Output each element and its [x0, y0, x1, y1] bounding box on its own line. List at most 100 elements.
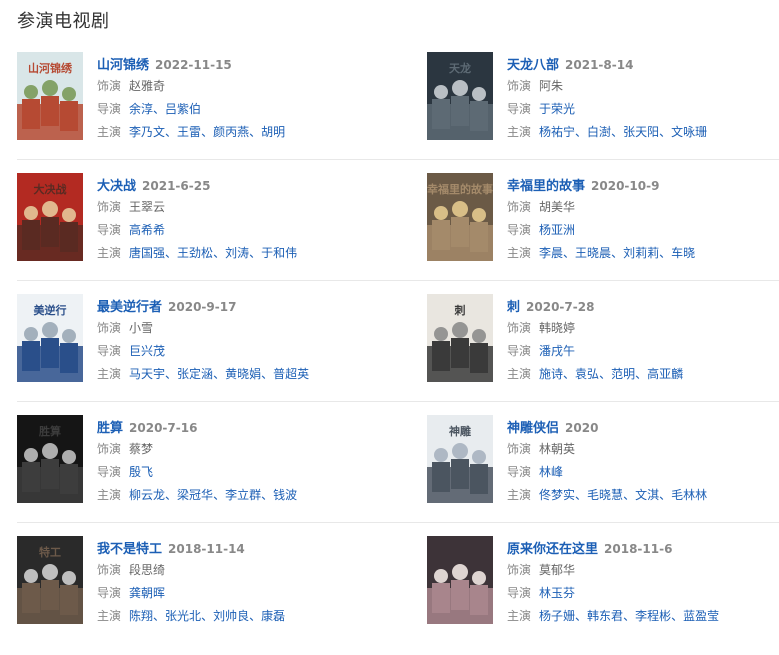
poster-image[interactable] [427, 536, 493, 624]
cast-member-link[interactable]: 张天阳 [623, 125, 659, 139]
cast-member-link[interactable]: 颜丙燕 [213, 125, 249, 139]
series-title-link[interactable]: 天龙八部 [507, 58, 559, 73]
series-info: 大决战 2021-6-25 饰演 王翠云 导演 高希希 主演 唐国强、王劲松、刘涛、于和伟 [97, 174, 387, 265]
cast-member-link[interactable]: 王劲松 [177, 246, 213, 260]
cast-member-link[interactable]: 于和伟 [261, 246, 297, 260]
release-date: 2021-6-25 [142, 179, 211, 193]
release-date: 2021-8-14 [565, 58, 634, 72]
poster-image[interactable]: 特工 [17, 536, 83, 624]
separator: 、 [249, 609, 262, 623]
cast-member-link[interactable]: 韩东君 [587, 609, 623, 623]
cast-member-link[interactable]: 李立群 [225, 488, 261, 502]
cast-member-link[interactable]: 佟梦实 [539, 488, 575, 502]
director-link[interactable]: 吕紫伯 [165, 102, 201, 116]
cast-member-link[interactable]: 普超英 [273, 367, 309, 381]
cast-member-link[interactable]: 高亚麟 [647, 367, 683, 381]
cast-member-link[interactable]: 梁冠华 [177, 488, 213, 502]
director-link[interactable]: 林峰 [539, 465, 563, 479]
director-link[interactable]: 潘戌午 [539, 344, 575, 358]
cast-member-link[interactable]: 王晓晨 [575, 246, 611, 260]
cast-member-link[interactable]: 刘莉莉 [623, 246, 659, 260]
cast-line: 主演 柳云龙、梁冠华、李立群、钱波 [97, 484, 387, 507]
cast-member-link[interactable]: 刘帅良 [213, 609, 249, 623]
cast-member-link[interactable]: 刘涛 [225, 246, 249, 260]
series-title-link[interactable]: 山河锦绣 [97, 58, 149, 73]
series-info: 最美逆行者 2020-9-17 饰演 小雪 导演 巨兴茂 主演 马天宇、张定涵、黄晓娟、普超英 [97, 295, 387, 386]
role-name: 蔡梦 [129, 442, 154, 456]
cast-member-link[interactable]: 张定涵 [177, 367, 213, 381]
cast-member-link[interactable]: 王雷 [177, 125, 201, 139]
cast-member-link[interactable]: 李晨 [539, 246, 563, 260]
cast-member-link[interactable]: 李程彬 [635, 609, 671, 623]
series-title-link[interactable]: 我不是特工 [97, 542, 162, 557]
separator: 、 [575, 609, 588, 623]
cast-label: 主演 [97, 246, 122, 260]
series-row: 特工 我不是特工 2018-11-14 饰演 段思绮 导演 龚朝晖 主演 陈翔、张光北、刘帅良、… [17, 534, 779, 655]
poster-image[interactable]: 胜算 [17, 415, 83, 503]
cast-member-link[interactable]: 李乃文 [129, 125, 165, 139]
cast-member-link[interactable]: 胡明 [261, 125, 285, 139]
cast-member-link[interactable]: 柳云龙 [129, 488, 165, 502]
release-date: 2018-11-6 [604, 542, 673, 556]
director-link[interactable]: 余淳 [129, 102, 153, 116]
poster-image[interactable]: 刺 [427, 294, 493, 382]
cast-member-link[interactable]: 毛晓慧 [587, 488, 623, 502]
director-link[interactable]: 高希希 [129, 223, 165, 237]
poster-image[interactable]: 美逆行 [17, 294, 83, 382]
cast-member-link[interactable]: 钱波 [273, 488, 297, 502]
title-line: 最美逆行者 2020-9-17 [97, 295, 387, 317]
cast-member-link[interactable]: 袁弘 [575, 367, 599, 381]
title-line: 胜算 2020-7-16 [97, 416, 387, 438]
director-link[interactable]: 殷飞 [129, 465, 153, 479]
poster-image[interactable]: 山河锦绣 [17, 52, 83, 140]
release-date: 2018-11-14 [168, 542, 245, 556]
title-line: 幸福里的故事 2020-10-9 [507, 174, 779, 196]
role-label: 饰演 [97, 200, 122, 214]
cast-member-link[interactable]: 张光北 [165, 609, 201, 623]
cast-member-link[interactable]: 康磊 [261, 609, 285, 623]
cast-member-link[interactable]: 施诗 [539, 367, 563, 381]
director-label: 导演 [97, 586, 122, 600]
series-title-link[interactable]: 刺 [507, 300, 520, 315]
series-title-link[interactable]: 幸福里的故事 [507, 179, 585, 194]
release-date: 2020-9-17 [168, 300, 237, 314]
poster-image[interactable]: 大决战 [17, 173, 83, 261]
director-link[interactable]: 龚朝晖 [129, 586, 165, 600]
separator: 、 [165, 488, 178, 502]
separator: 、 [563, 367, 576, 381]
cast-label: 主演 [97, 367, 122, 381]
cast-member-link[interactable]: 黄晓娟 [225, 367, 261, 381]
cast-member-link[interactable]: 范明 [611, 367, 635, 381]
cast-member-link[interactable]: 陈翔 [129, 609, 153, 623]
cast-line: 主演 陈翔、张光北、刘帅良、康磊 [97, 605, 387, 628]
cast-member-link[interactable]: 文淇 [635, 488, 659, 502]
series-title-link[interactable]: 神雕侠侣 [507, 421, 559, 436]
director-link[interactable]: 林玉芬 [539, 586, 575, 600]
series-info: 天龙八部 2021-8-14 饰演 阿朱 导演 于荣光 主演 杨祐宁、白澍、张天阳、文咏珊 [507, 53, 779, 144]
separator: 、 [611, 246, 624, 260]
series-title-link[interactable]: 大决战 [97, 179, 136, 194]
role-name: 林朝英 [539, 442, 576, 456]
cast-member-link[interactable]: 蓝盈莹 [683, 609, 719, 623]
cast-member-link[interactable]: 毛林林 [671, 488, 707, 502]
series-title-link[interactable]: 原来你还在这里 [507, 542, 598, 557]
cast-member-link[interactable]: 杨子姗 [539, 609, 575, 623]
cast-member-link[interactable]: 马天宇 [129, 367, 165, 381]
cast-member-link[interactable]: 白澍 [587, 125, 611, 139]
poster-image[interactable]: 神雕 [427, 415, 493, 503]
series-info: 刺 2020-7-28 饰演 韩晓婷 导演 潘戌午 主演 施诗、袁弘、范明、高亚麟 [507, 295, 779, 386]
cast-member-link[interactable]: 车晓 [671, 246, 695, 260]
director-link[interactable]: 杨亚洲 [539, 223, 575, 237]
series-info: 幸福里的故事 2020-10-9 饰演 胡美华 导演 杨亚洲 主演 李晨、王晓晨、刘莉莉、车晓 [507, 174, 779, 265]
cast-member-link[interactable]: 唐国强 [129, 246, 165, 260]
poster-image[interactable]: 幸福里的故事 [427, 173, 493, 261]
series-title-link[interactable]: 胜算 [97, 421, 123, 436]
poster-image[interactable]: 天龙 [427, 52, 493, 140]
cast-member-link[interactable]: 文咏珊 [671, 125, 707, 139]
cast-member-link[interactable]: 杨祐宁 [539, 125, 575, 139]
tv-series-item: 山河锦绣 山河锦绣 2022-11-15 饰演 赵雅奇 导演 余淳、吕紫伯 主演 李乃文、王雷、… [17, 52, 367, 142]
director-line: 导演 殷飞 [97, 461, 387, 484]
series-title-link[interactable]: 最美逆行者 [97, 300, 162, 315]
director-link[interactable]: 巨兴茂 [129, 344, 165, 358]
director-link[interactable]: 于荣光 [539, 102, 575, 116]
